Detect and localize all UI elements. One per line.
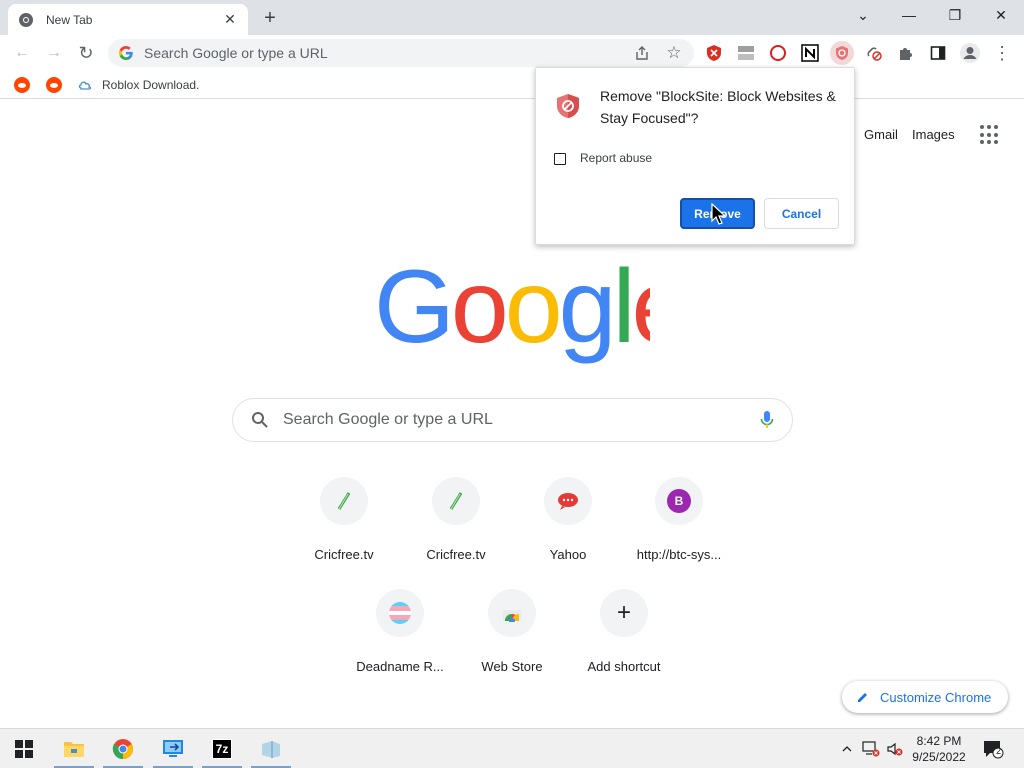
search-placeholder: Search Google or type a URL <box>283 411 493 428</box>
tab-search-icon[interactable]: ⌄ <box>840 0 886 30</box>
back-button[interactable]: ← <box>8 39 36 67</box>
toolbar: ← → ↻ Search Google or type a URL ☆ ⋮ <box>0 35 1024 71</box>
bookmark-reddit-1[interactable] <box>14 75 30 95</box>
customize-chrome-button[interactable]: Customize Chrome <box>842 681 1008 713</box>
microphone-icon[interactable] <box>760 410 774 430</box>
restore-button[interactable]: ❐ <box>932 0 978 30</box>
taskbar-app[interactable] <box>247 729 295 768</box>
bookmark-reddit-2[interactable] <box>46 75 62 95</box>
bookmarks-bar: Roblox Download. <box>0 71 1024 99</box>
cloud-icon <box>78 81 92 90</box>
reddit-icon <box>14 77 30 93</box>
blocksite-shield-icon <box>557 94 579 118</box>
google-logo: Google <box>374 249 690 366</box>
volume-muted-icon[interactable] <box>884 729 906 768</box>
taskbar-clock[interactable]: 8:42 PM 9/25/2022 <box>904 733 974 765</box>
show-hidden-icons-button[interactable] <box>838 729 856 768</box>
notification-center-button[interactable]: 2 <box>980 729 1006 768</box>
stack-extension-icon[interactable] <box>734 41 758 65</box>
taskbar-7zip[interactable]: 7z <box>198 729 246 768</box>
gmail-link[interactable]: Gmail <box>864 127 898 142</box>
omnibox[interactable]: Search Google or type a URL ☆ <box>108 39 694 67</box>
windows-taskbar: 7z 8:42 PM 9/25/2022 2 <box>0 728 1024 768</box>
blocksite-extension-icon[interactable] <box>830 41 854 65</box>
taskbar-file-explorer[interactable] <box>50 729 98 768</box>
close-window-button[interactable]: ✕ <box>978 0 1024 30</box>
cricfree-icon <box>432 477 480 525</box>
cricfree-icon <box>320 477 368 525</box>
shortcut-deadname[interactable]: Deadname R... <box>344 589 456 701</box>
7zip-icon: 7z <box>211 739 233 759</box>
tab-new-tab[interactable]: New Tab ✕ <box>8 4 248 35</box>
reddit-icon <box>46 77 62 93</box>
cancel-button[interactable]: Cancel <box>764 198 839 229</box>
dialog-title: Remove "BlockSite: Block Websites & Stay… <box>600 88 836 126</box>
opera-ring-extension-icon[interactable] <box>766 41 790 65</box>
chrome-icon <box>112 739 134 760</box>
taskbar-remote-app[interactable] <box>149 729 197 768</box>
svg-text:Google: Google <box>374 256 650 365</box>
yahoo-icon <box>544 477 592 525</box>
search-box[interactable]: Search Google or type a URL <box>232 398 793 442</box>
report-abuse-checkbox[interactable] <box>554 153 566 165</box>
new-tab-button[interactable]: + <box>258 6 282 30</box>
share-icon[interactable] <box>632 43 652 63</box>
shortcut-btc-sys[interactable]: B http://btc-sys... <box>623 477 735 589</box>
shortcut-cricfree-1[interactable]: Cricfree.tv <box>288 477 400 589</box>
mouse-cursor-icon <box>711 203 725 225</box>
omnibox-placeholder: Search Google or type a URL <box>144 45 328 61</box>
clock-date: 9/25/2022 <box>912 750 966 764</box>
shortcut-label: Web Store <box>481 659 543 674</box>
forward-button[interactable]: → <box>40 39 68 67</box>
puzzle-icon[interactable] <box>894 41 918 65</box>
network-icon[interactable] <box>860 729 882 768</box>
shortcut-label: Cricfree.tv <box>314 547 374 562</box>
shield-extension-icon[interactable] <box>702 41 726 65</box>
images-link[interactable]: Images <box>912 127 955 142</box>
shortcut-yahoo[interactable]: Yahoo <box>512 477 624 589</box>
taskbar-chrome[interactable] <box>99 729 147 768</box>
search-icon <box>252 412 268 428</box>
add-shortcut-button[interactable]: + Add shortcut <box>568 589 680 701</box>
shortcut-cricfree-2[interactable]: Cricfree.tv <box>400 477 512 589</box>
notification-count: 2 <box>996 746 1002 756</box>
shortcut-label: Deadname R... <box>356 659 444 674</box>
bookmark-star-icon[interactable]: ☆ <box>664 43 684 63</box>
minimize-button[interactable]: — <box>886 0 932 30</box>
chrome-icon <box>18 12 34 28</box>
chrome-menu-button[interactable]: ⋮ <box>990 41 1014 65</box>
shortcut-label: Add shortcut <box>587 659 661 674</box>
tab-title: New Tab <box>46 12 93 27</box>
google-g-icon <box>119 46 133 60</box>
bookmark-roblox-download[interactable]: Roblox Download. <box>78 75 199 95</box>
shortcut-label: http://btc-sys... <box>636 547 722 562</box>
plus-icon: + <box>600 589 648 637</box>
notion-extension-icon[interactable] <box>798 41 822 65</box>
book-icon <box>262 741 280 758</box>
shortcut-web-store[interactable]: Web Store <box>456 589 568 701</box>
trans-flag-icon <box>376 589 424 637</box>
tab-close-icon[interactable]: ✕ <box>222 11 238 28</box>
remote-desktop-icon <box>163 740 183 757</box>
web-store-icon <box>488 589 536 637</box>
folder-icon <box>64 742 84 757</box>
side-panel-icon[interactable] <box>926 41 950 65</box>
link-off-extension-icon[interactable] <box>862 41 886 65</box>
windows-icon <box>15 740 33 758</box>
tab-strip: New Tab ✕ + ⌄ — ❐ ✕ <box>0 0 1024 35</box>
clock-time: 8:42 PM <box>916 734 962 748</box>
bookmark-label: Roblox Download. <box>102 78 200 92</box>
profile-icon[interactable] <box>958 41 982 65</box>
pencil-icon <box>858 693 867 702</box>
apps-grid-icon[interactable] <box>980 125 1000 145</box>
start-button[interactable] <box>0 729 48 768</box>
shortcut-label: Yahoo <box>549 547 587 562</box>
reload-button[interactable]: ↻ <box>72 39 100 67</box>
shortcut-label: Cricfree.tv <box>426 547 486 562</box>
customize-label: Customize Chrome <box>880 689 992 705</box>
letter-b-badge: B <box>667 489 691 513</box>
report-abuse-label[interactable]: Report abuse <box>580 151 652 165</box>
letter-b-icon: B <box>655 477 703 525</box>
remove-extension-dialog: Remove "BlockSite: Block Websites & Stay… <box>535 67 855 245</box>
